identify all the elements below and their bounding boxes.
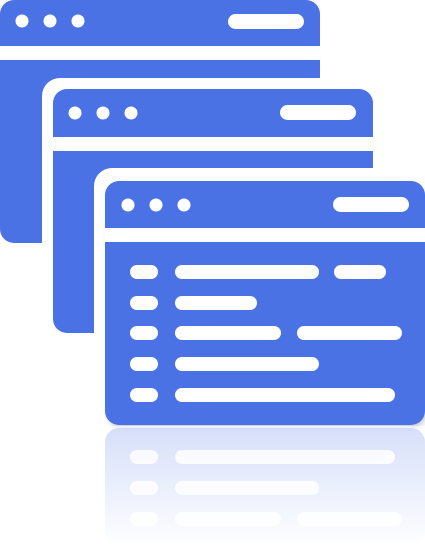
row-3-line — [175, 326, 281, 340]
row-5-bullet — [130, 388, 158, 402]
front-window-reflection — [95, 426, 425, 546]
middle-window-dot-icon — [68, 106, 82, 120]
front-window-dot-icon — [121, 198, 135, 212]
back-window-dot-icon — [71, 14, 85, 28]
row-1-line-extra — [334, 265, 386, 279]
front-window-address-pill — [333, 197, 409, 212]
back-window-titlebar-divider — [0, 46, 320, 60]
front-window-dot-icon — [177, 198, 191, 212]
stacked-windows-illustration — [0, 0, 425, 546]
back-window-dot-icon — [43, 14, 57, 28]
front-window — [94, 168, 425, 436]
back-window-dot-icon — [15, 14, 29, 28]
row-4-bullet — [130, 357, 158, 371]
row-4-line — [175, 357, 319, 371]
middle-window-dot-icon — [124, 106, 138, 120]
row-2-line — [175, 296, 257, 310]
middle-window-address-pill — [280, 105, 356, 120]
row-2-bullet — [130, 296, 158, 310]
middle-window-dot-icon — [96, 106, 110, 120]
row-1-line — [175, 265, 319, 279]
middle-window-titlebar-divider — [53, 137, 373, 151]
row-1-bullet — [130, 265, 158, 279]
back-window-address-pill — [228, 14, 304, 29]
row-5-line — [175, 388, 395, 402]
row-3-line-extra — [297, 326, 402, 340]
reflection-fade — [95, 426, 425, 546]
front-window-dot-icon — [149, 198, 163, 212]
front-window-titlebar-divider — [105, 228, 425, 242]
row-3-bullet — [130, 326, 158, 340]
